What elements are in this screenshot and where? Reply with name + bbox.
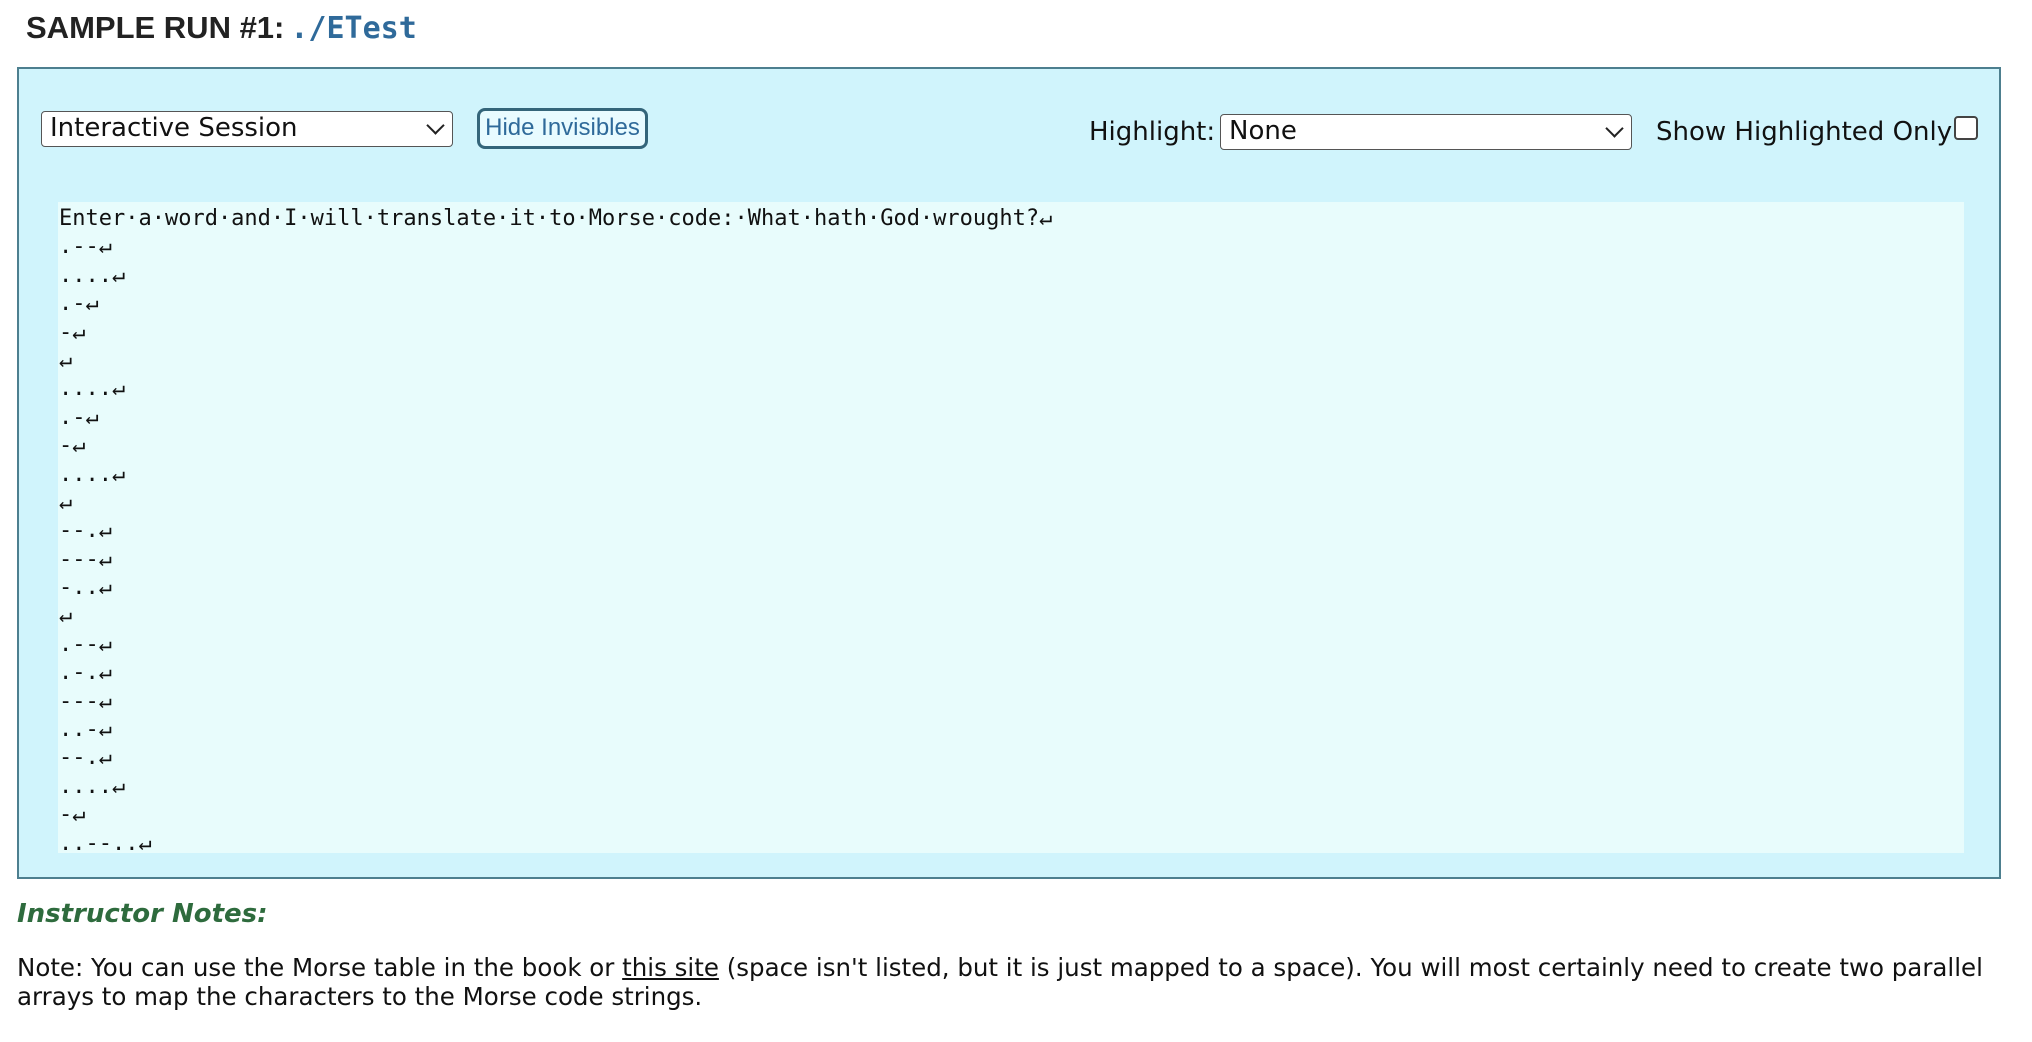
output-line: ---↵ <box>59 688 112 714</box>
show-highlighted-only-label: Show Highlighted Only <box>1656 117 1953 147</box>
instructor-notes-heading: Instructor Notes: <box>17 899 268 929</box>
output-line: -..↵ <box>59 575 112 601</box>
output-line: .--↵ <box>59 631 112 657</box>
output-line: --.↵ <box>59 518 112 544</box>
output-line: .--↵ <box>59 234 112 260</box>
output-line: ..--..↵ <box>59 830 152 853</box>
highlight-select[interactable]: None <box>1220 114 1632 150</box>
session-mode-select[interactable]: Interactive Session <box>41 111 453 147</box>
instructor-notes-text: Note: You can use the Morse table in the… <box>17 953 2012 1011</box>
output-line: .-↵ <box>59 291 99 317</box>
highlight-label: Highlight: <box>1089 117 1216 147</box>
output-line: ↵ <box>59 347 73 373</box>
output-line: .-.↵ <box>59 660 112 686</box>
output-line: Enter·a·word·and·I·will·translate·it·to·… <box>59 206 1053 231</box>
output-line: ↵ <box>59 603 73 629</box>
show-highlighted-only-checkbox[interactable] <box>1954 116 1978 140</box>
sample-run-command: ./ETest <box>290 11 417 46</box>
output-line: -↵ <box>59 319 86 345</box>
sample-run-panel: Interactive Session Hide Invisibles High… <box>17 67 2001 879</box>
output-line: --.↵ <box>59 745 112 771</box>
output-line: ---↵ <box>59 546 112 572</box>
sample-run-label: SAMPLE RUN #1: <box>26 10 285 45</box>
output-line: -↵ <box>59 433 86 459</box>
session-mode-value: Interactive Session <box>50 113 298 143</box>
morse-table-link[interactable]: this site <box>622 953 719 982</box>
output-line: ....↵ <box>59 376 126 402</box>
chevron-down-icon <box>426 116 445 135</box>
notes-text-before-link: Note: You can use the Morse table in the… <box>17 953 623 982</box>
output-line: .-↵ <box>59 404 99 430</box>
chevron-down-icon <box>1605 119 1624 138</box>
sample-run-title: SAMPLE RUN #1: ./ETest <box>26 6 417 50</box>
hide-invisibles-button[interactable]: Hide Invisibles <box>477 108 648 149</box>
output-line: ....↵ <box>59 262 126 288</box>
output-line: ....↵ <box>59 773 126 799</box>
session-output: Enter·a·word·and·I·will·translate·it·to·… <box>58 202 1964 853</box>
output-line: ....↵ <box>59 461 126 487</box>
output-line: ..-↵ <box>59 717 112 743</box>
output-line: ↵ <box>59 489 73 515</box>
highlight-value: None <box>1229 116 1297 146</box>
output-line: -↵ <box>59 802 86 828</box>
